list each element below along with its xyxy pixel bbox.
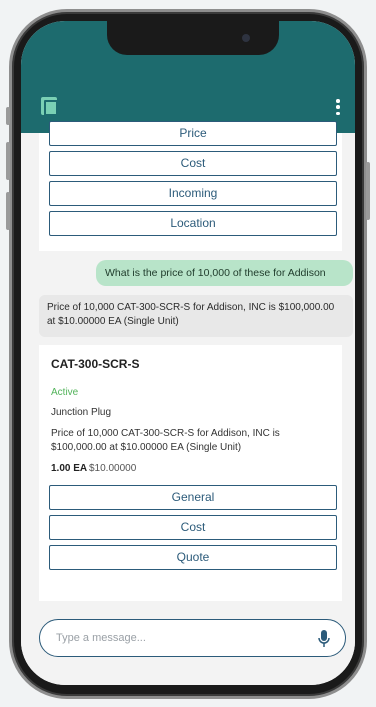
cost-button[interactable]: Cost [49,151,337,176]
cost-button[interactable]: Cost [49,515,337,540]
chat-area[interactable]: Price Cost Incoming Location What is the… [21,121,355,685]
phone-screen: Price Cost Incoming Location What is the… [21,21,355,685]
product-card: CAT-300-SCR-S Active Junction Plug Price… [39,345,342,601]
phone-volume-down-button [6,192,10,230]
product-title: CAT-300-SCR-S [51,357,140,371]
previous-result-card: Price Cost Incoming Location [39,121,342,251]
location-button[interactable]: Location [49,211,337,236]
quote-button[interactable]: Quote [49,545,337,570]
general-button[interactable]: General [49,485,337,510]
microphone-icon[interactable] [317,629,331,649]
price-button[interactable]: Price [49,121,337,146]
product-price-text: Price of 10,000 CAT-300-SCR-S for Addiso… [51,428,280,453]
product-unit-price: $10.00000 [89,463,137,474]
phone-notch [107,21,279,55]
product-quantity: 1.00 EA [51,463,88,474]
bot-message-bubble: Price of 10,000 CAT-300-SCR-S for Addiso… [39,295,353,337]
incoming-button[interactable]: Incoming [49,181,337,206]
status-badge: Active [51,387,79,398]
phone-power-button [366,162,370,220]
message-input[interactable] [54,629,294,647]
kebab-menu-icon[interactable] [335,99,341,115]
message-composer [39,619,346,657]
user-message-bubble: What is the price of 10,000 of these for… [96,260,353,286]
camera-icon [242,34,250,42]
phone-volume-up-button [6,142,10,180]
product-description: Junction Plug [51,407,112,418]
app-logo-icon[interactable] [41,97,58,116]
phone-side-button [6,107,10,125]
